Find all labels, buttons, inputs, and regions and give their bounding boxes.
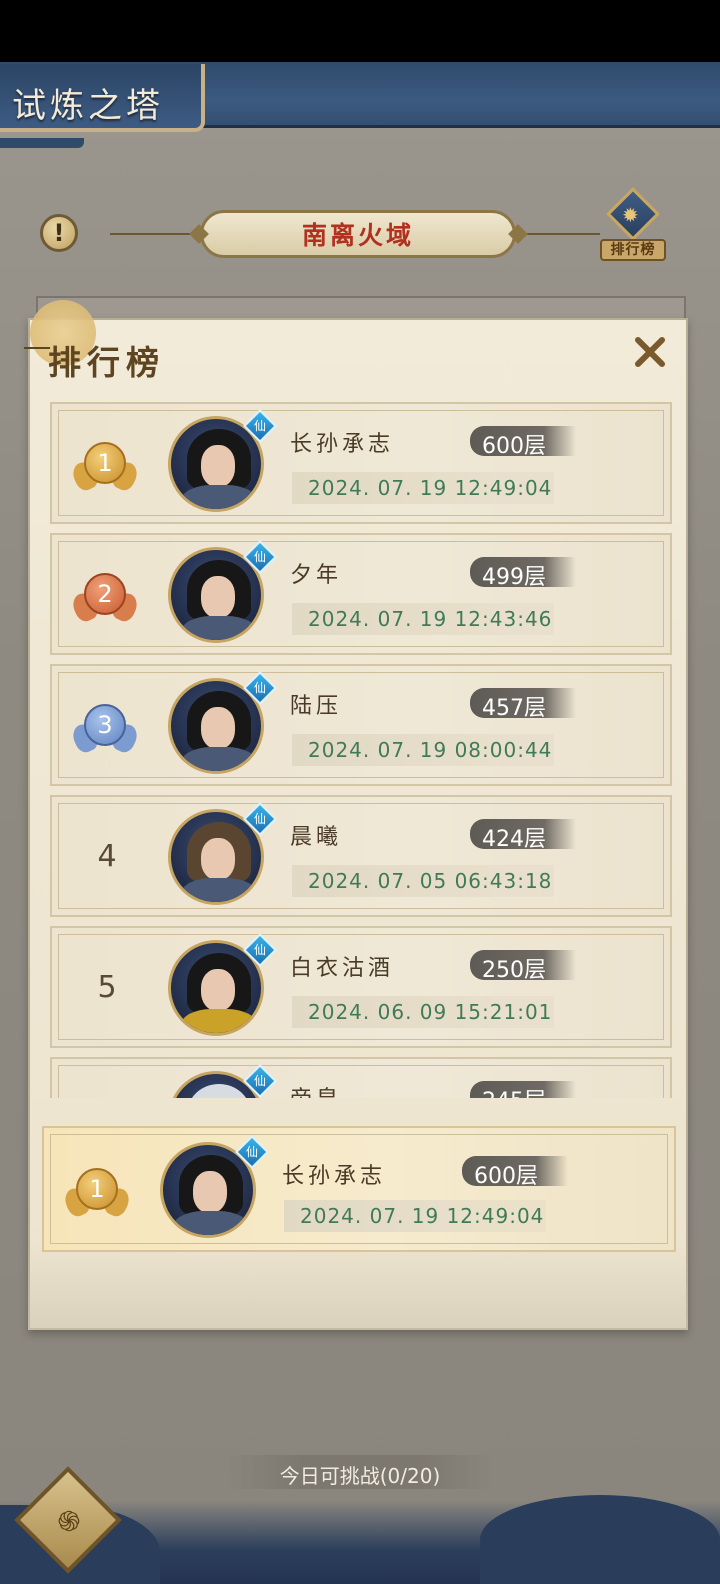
silver-medal-icon: 2 (69, 567, 141, 629)
panel-title: 排行榜 (48, 343, 165, 382)
ranking-row[interactable]: 2 仙 夕年 499层 2024. 07. 19 12:43:46 (50, 533, 672, 655)
info-button[interactable]: ! (40, 214, 78, 252)
ranking-button-label: 排行榜 (600, 239, 666, 261)
player-name: 白衣沽酒 (290, 956, 395, 981)
gold-medal-icon: 1 (69, 436, 141, 498)
spiral-icon: ֍ (57, 1506, 81, 1537)
cloud-deco (480, 1495, 720, 1584)
ranking-row[interactable]: 1 仙 长孙承志 600层 2024. 07. 19 12:49:04 (50, 402, 672, 524)
record-time: 2024. 07. 19 12:49:04 (292, 472, 554, 504)
flame-icon: ✹ (622, 205, 639, 227)
title-plate-tail (0, 138, 84, 148)
ranking-list[interactable]: 1 仙 长孙承志 600层 2024. 07. 19 12:49:04 2 仙 … (50, 402, 672, 1098)
floor-badge: 424层 (470, 819, 576, 852)
player-name: 长孙承志 (282, 1164, 387, 1189)
bronze-medal-icon: 3 (69, 698, 141, 760)
zone-name: 南离火域 (301, 221, 414, 250)
ranking-button[interactable]: ✹ 排行榜 (600, 187, 666, 265)
rank-number: 4 (97, 839, 117, 874)
panel-mountain-deco (28, 1240, 688, 1330)
player-name: 帝皇 (290, 1081, 342, 1098)
my-rank-row[interactable]: 1 仙 长孙承志 600层 2024. 07. 19 12:49:04 (42, 1126, 676, 1252)
floor-badge: 499层 (470, 557, 576, 590)
floor-badge: 600层 (470, 426, 576, 459)
ranking-row[interactable]: 仙 帝皇 245层 (50, 1057, 672, 1098)
player-name: 夕年 (290, 563, 343, 588)
ranking-row[interactable]: 3 仙 陆压 457层 2024. 07. 19 08:00:44 (50, 664, 672, 786)
player-name: 晨曦 (290, 825, 343, 850)
floor-badge: 600层 (462, 1156, 568, 1189)
record-time: 2024. 07. 19 08:00:44 (292, 734, 554, 766)
close-icon[interactable] (628, 330, 672, 374)
floor-badge: 250层 (470, 950, 576, 983)
floor-badge: 457层 (470, 688, 576, 721)
record-time: 2024. 06. 09 15:21:01 (292, 996, 554, 1028)
title-dash (24, 347, 50, 349)
ranking-row[interactable]: 4 仙 晨曦 424层 2024. 07. 05 06:43:18 (50, 795, 672, 917)
status-bar (0, 0, 720, 62)
page-title: 试炼之塔 (12, 86, 164, 126)
record-time: 2024. 07. 19 12:43:46 (292, 603, 554, 635)
record-time: 2024. 07. 19 12:49:04 (284, 1200, 546, 1232)
ranking-row[interactable]: 5 仙 白衣沽酒 250层 2024. 06. 09 15:21:01 (50, 926, 672, 1048)
player-name: 长孙承志 (290, 432, 395, 457)
zone-selector[interactable]: 南离火域 (200, 210, 516, 258)
gold-medal-icon: 1 (61, 1162, 133, 1224)
rank-number: 5 (97, 970, 117, 1005)
floor-badge: 245层 (470, 1081, 576, 1098)
challenge-count: 今日可挑战(0/20) (279, 1464, 441, 1488)
exclamation-icon: ! (53, 219, 65, 247)
record-time: 2024. 07. 05 06:43:18 (292, 865, 554, 897)
player-name: 陆压 (290, 694, 343, 719)
